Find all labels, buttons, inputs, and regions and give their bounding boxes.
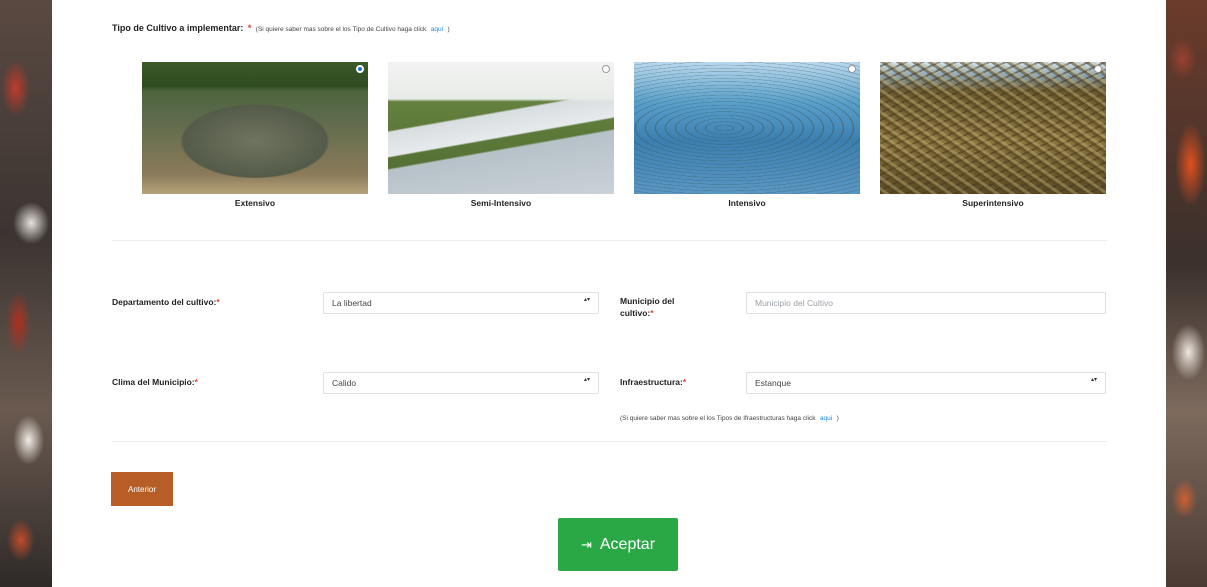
crop-type-label: Tipo de Cultivo a implementar: xyxy=(112,23,244,33)
semi-intensivo-image[interactable] xyxy=(388,62,614,194)
option-card-extensivo[interactable]: Extensivo xyxy=(142,62,368,208)
intensivo-image[interactable] xyxy=(634,62,860,194)
municipality-placeholder: Municipio del Cultivo xyxy=(755,298,833,308)
municipality-label: Municipio del cultivo:* xyxy=(620,296,675,318)
accept-button[interactable]: ⇥ Aceptar xyxy=(558,518,678,571)
chevron-updown-icon: ▴▾ xyxy=(583,377,590,383)
department-label: Departamento del cultivo:* xyxy=(112,297,220,307)
option-label-extensivo: Extensivo xyxy=(234,198,276,208)
infrastructure-label: Infraestructura:* xyxy=(620,377,687,387)
radio-superintensivo[interactable] xyxy=(1094,65,1102,73)
infrastructure-help-link[interactable]: aqui xyxy=(820,415,832,422)
climate-label: Clima del Municipio:* xyxy=(112,377,198,387)
option-label-intensivo: Intensivo xyxy=(728,198,766,208)
option-card-superintensivo[interactable]: Superintensivo xyxy=(880,62,1106,208)
climate-value: Calido xyxy=(332,378,357,388)
infrastructure-help-text: (Si quiere saber mas sobre el los Tipos … xyxy=(620,415,816,422)
sign-in-icon: ⇥ xyxy=(580,536,592,552)
required-mark: * xyxy=(247,23,252,33)
background-koi-left xyxy=(0,0,52,587)
radio-extensivo[interactable] xyxy=(356,65,364,73)
infrastructure-value: Estanque xyxy=(755,378,791,388)
crop-type-heading: Tipo de Cultivo a implementar: * (Si qui… xyxy=(112,18,450,36)
option-card-intensivo[interactable]: Intensivo xyxy=(634,62,860,208)
accept-label: Aceptar xyxy=(599,535,656,553)
option-label-superintensivo: Superintensivo xyxy=(962,198,1024,208)
option-card-semi-intensivo[interactable]: Semi-Intensivo xyxy=(388,62,614,208)
section-divider xyxy=(112,441,1107,442)
crop-type-help-text: (Si quiere saber mas sobre el los Tipo d… xyxy=(255,26,427,33)
municipality-input[interactable]: Municipio del Cultivo xyxy=(746,292,1106,314)
superintensivo-image[interactable] xyxy=(880,62,1106,194)
crop-type-help-link[interactable]: aqui xyxy=(431,26,443,33)
form-panel: Tipo de Cultivo a implementar: * (Si qui… xyxy=(52,0,1166,587)
infrastructure-help: (Si quiere saber mas sobre el los Tipos … xyxy=(620,407,839,425)
department-value: La libertad xyxy=(332,298,372,308)
option-label-semi-intensivo: Semi-Intensivo xyxy=(470,198,532,208)
climate-select[interactable]: Calido ▴▾ xyxy=(323,372,599,394)
background-koi-right xyxy=(1166,0,1207,587)
department-select[interactable]: La libertad ▴▾ xyxy=(323,292,599,314)
section-divider xyxy=(112,240,1107,241)
crop-type-help-close: ) xyxy=(447,26,450,33)
chevron-updown-icon: ▴▾ xyxy=(583,297,590,303)
chevron-updown-icon: ▴▾ xyxy=(1090,377,1097,383)
infrastructure-help-close: ) xyxy=(836,415,839,422)
radio-semi-intensivo[interactable] xyxy=(602,65,610,73)
extensivo-image[interactable] xyxy=(142,62,368,194)
infrastructure-select[interactable]: Estanque ▴▾ xyxy=(746,372,1106,394)
radio-intensivo[interactable] xyxy=(848,65,856,73)
previous-button[interactable]: Anterior xyxy=(111,472,173,506)
